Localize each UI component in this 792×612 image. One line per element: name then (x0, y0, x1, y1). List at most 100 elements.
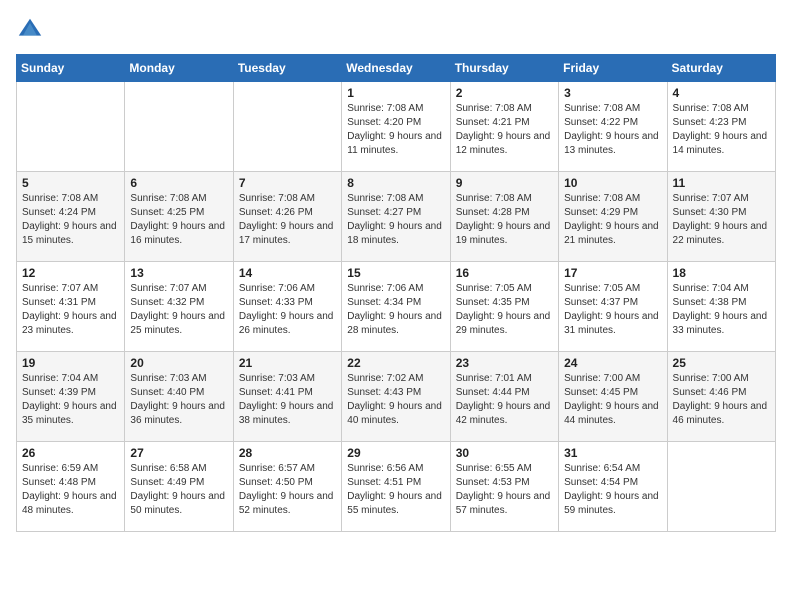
day-info: Sunrise: 7:08 AM Sunset: 4:27 PM Dayligh… (347, 192, 444, 248)
calendar-week-3: 12 Sunrise: 7:07 AM Sunset: 4:31 PM Dayl… (17, 262, 776, 352)
day-number: 25 (673, 356, 770, 370)
calendar-table: SundayMondayTuesdayWednesdayThursdayFrid… (16, 54, 776, 532)
day-number: 28 (239, 446, 336, 460)
calendar-cell: 31 Sunrise: 6:54 AM Sunset: 4:54 PM Dayl… (559, 442, 667, 532)
day-number: 12 (22, 266, 119, 280)
day-info: Sunrise: 6:56 AM Sunset: 4:51 PM Dayligh… (347, 462, 444, 518)
calendar-cell: 25 Sunrise: 7:00 AM Sunset: 4:46 PM Dayl… (667, 352, 775, 442)
day-info: Sunrise: 6:59 AM Sunset: 4:48 PM Dayligh… (22, 462, 119, 518)
day-info: Sunrise: 7:00 AM Sunset: 4:45 PM Dayligh… (564, 372, 661, 428)
calendar-week-5: 26 Sunrise: 6:59 AM Sunset: 4:48 PM Dayl… (17, 442, 776, 532)
day-number: 18 (673, 266, 770, 280)
calendar-cell: 29 Sunrise: 6:56 AM Sunset: 4:51 PM Dayl… (342, 442, 450, 532)
day-number: 16 (456, 266, 553, 280)
day-info: Sunrise: 6:55 AM Sunset: 4:53 PM Dayligh… (456, 462, 553, 518)
calendar-cell: 15 Sunrise: 7:06 AM Sunset: 4:34 PM Dayl… (342, 262, 450, 352)
calendar-cell: 11 Sunrise: 7:07 AM Sunset: 4:30 PM Dayl… (667, 172, 775, 262)
day-number: 10 (564, 176, 661, 190)
day-info: Sunrise: 7:06 AM Sunset: 4:33 PM Dayligh… (239, 282, 336, 338)
calendar-header-row: SundayMondayTuesdayWednesdayThursdayFrid… (17, 55, 776, 82)
calendar-cell (17, 82, 125, 172)
calendar-cell: 6 Sunrise: 7:08 AM Sunset: 4:25 PM Dayli… (125, 172, 233, 262)
calendar-cell: 12 Sunrise: 7:07 AM Sunset: 4:31 PM Dayl… (17, 262, 125, 352)
calendar-week-2: 5 Sunrise: 7:08 AM Sunset: 4:24 PM Dayli… (17, 172, 776, 262)
day-info: Sunrise: 7:03 AM Sunset: 4:41 PM Dayligh… (239, 372, 336, 428)
day-number: 26 (22, 446, 119, 460)
calendar-cell: 19 Sunrise: 7:04 AM Sunset: 4:39 PM Dayl… (17, 352, 125, 442)
day-info: Sunrise: 7:04 AM Sunset: 4:39 PM Dayligh… (22, 372, 119, 428)
day-number: 11 (673, 176, 770, 190)
calendar-week-1: 1 Sunrise: 7:08 AM Sunset: 4:20 PM Dayli… (17, 82, 776, 172)
page-header (16, 16, 776, 44)
day-number: 7 (239, 176, 336, 190)
calendar-cell: 24 Sunrise: 7:00 AM Sunset: 4:45 PM Dayl… (559, 352, 667, 442)
logo (16, 16, 48, 44)
calendar-week-4: 19 Sunrise: 7:04 AM Sunset: 4:39 PM Dayl… (17, 352, 776, 442)
calendar-cell: 13 Sunrise: 7:07 AM Sunset: 4:32 PM Dayl… (125, 262, 233, 352)
day-number: 6 (130, 176, 227, 190)
day-info: Sunrise: 7:06 AM Sunset: 4:34 PM Dayligh… (347, 282, 444, 338)
calendar-cell: 30 Sunrise: 6:55 AM Sunset: 4:53 PM Dayl… (450, 442, 558, 532)
day-info: Sunrise: 7:08 AM Sunset: 4:29 PM Dayligh… (564, 192, 661, 248)
calendar-cell: 26 Sunrise: 6:59 AM Sunset: 4:48 PM Dayl… (17, 442, 125, 532)
calendar-cell (125, 82, 233, 172)
day-number: 19 (22, 356, 119, 370)
day-info: Sunrise: 7:08 AM Sunset: 4:23 PM Dayligh… (673, 102, 770, 158)
calendar-cell: 23 Sunrise: 7:01 AM Sunset: 4:44 PM Dayl… (450, 352, 558, 442)
day-number: 17 (564, 266, 661, 280)
calendar-cell: 4 Sunrise: 7:08 AM Sunset: 4:23 PM Dayli… (667, 82, 775, 172)
day-header-thursday: Thursday (450, 55, 558, 82)
day-number: 23 (456, 356, 553, 370)
day-info: Sunrise: 7:08 AM Sunset: 4:22 PM Dayligh… (564, 102, 661, 158)
calendar-cell: 27 Sunrise: 6:58 AM Sunset: 4:49 PM Dayl… (125, 442, 233, 532)
day-info: Sunrise: 7:05 AM Sunset: 4:37 PM Dayligh… (564, 282, 661, 338)
day-info: Sunrise: 7:03 AM Sunset: 4:40 PM Dayligh… (130, 372, 227, 428)
day-info: Sunrise: 7:04 AM Sunset: 4:38 PM Dayligh… (673, 282, 770, 338)
calendar-cell: 14 Sunrise: 7:06 AM Sunset: 4:33 PM Dayl… (233, 262, 341, 352)
calendar-cell: 9 Sunrise: 7:08 AM Sunset: 4:28 PM Dayli… (450, 172, 558, 262)
day-number: 20 (130, 356, 227, 370)
day-number: 8 (347, 176, 444, 190)
day-number: 29 (347, 446, 444, 460)
day-info: Sunrise: 7:08 AM Sunset: 4:24 PM Dayligh… (22, 192, 119, 248)
day-number: 2 (456, 86, 553, 100)
day-info: Sunrise: 7:02 AM Sunset: 4:43 PM Dayligh… (347, 372, 444, 428)
day-number: 1 (347, 86, 444, 100)
calendar-cell: 8 Sunrise: 7:08 AM Sunset: 4:27 PM Dayli… (342, 172, 450, 262)
calendar-cell: 2 Sunrise: 7:08 AM Sunset: 4:21 PM Dayli… (450, 82, 558, 172)
day-info: Sunrise: 7:00 AM Sunset: 4:46 PM Dayligh… (673, 372, 770, 428)
calendar-cell: 3 Sunrise: 7:08 AM Sunset: 4:22 PM Dayli… (559, 82, 667, 172)
calendar-cell: 20 Sunrise: 7:03 AM Sunset: 4:40 PM Dayl… (125, 352, 233, 442)
day-header-monday: Monday (125, 55, 233, 82)
calendar-cell: 5 Sunrise: 7:08 AM Sunset: 4:24 PM Dayli… (17, 172, 125, 262)
calendar-cell (667, 442, 775, 532)
day-info: Sunrise: 7:08 AM Sunset: 4:20 PM Dayligh… (347, 102, 444, 158)
day-info: Sunrise: 6:57 AM Sunset: 4:50 PM Dayligh… (239, 462, 336, 518)
day-info: Sunrise: 7:01 AM Sunset: 4:44 PM Dayligh… (456, 372, 553, 428)
calendar-cell: 1 Sunrise: 7:08 AM Sunset: 4:20 PM Dayli… (342, 82, 450, 172)
calendar-cell: 17 Sunrise: 7:05 AM Sunset: 4:37 PM Dayl… (559, 262, 667, 352)
day-info: Sunrise: 7:07 AM Sunset: 4:31 PM Dayligh… (22, 282, 119, 338)
day-info: Sunrise: 7:08 AM Sunset: 4:21 PM Dayligh… (456, 102, 553, 158)
day-number: 15 (347, 266, 444, 280)
day-info: Sunrise: 7:05 AM Sunset: 4:35 PM Dayligh… (456, 282, 553, 338)
day-info: Sunrise: 6:54 AM Sunset: 4:54 PM Dayligh… (564, 462, 661, 518)
calendar-cell: 18 Sunrise: 7:04 AM Sunset: 4:38 PM Dayl… (667, 262, 775, 352)
day-number: 21 (239, 356, 336, 370)
day-info: Sunrise: 7:07 AM Sunset: 4:32 PM Dayligh… (130, 282, 227, 338)
logo-icon (16, 16, 44, 44)
day-header-tuesday: Tuesday (233, 55, 341, 82)
day-number: 24 (564, 356, 661, 370)
calendar-cell: 16 Sunrise: 7:05 AM Sunset: 4:35 PM Dayl… (450, 262, 558, 352)
day-header-wednesday: Wednesday (342, 55, 450, 82)
day-number: 9 (456, 176, 553, 190)
day-number: 3 (564, 86, 661, 100)
day-number: 30 (456, 446, 553, 460)
calendar-cell: 10 Sunrise: 7:08 AM Sunset: 4:29 PM Dayl… (559, 172, 667, 262)
day-header-sunday: Sunday (17, 55, 125, 82)
day-number: 14 (239, 266, 336, 280)
day-number: 22 (347, 356, 444, 370)
day-number: 4 (673, 86, 770, 100)
day-number: 31 (564, 446, 661, 460)
calendar-cell: 22 Sunrise: 7:02 AM Sunset: 4:43 PM Dayl… (342, 352, 450, 442)
